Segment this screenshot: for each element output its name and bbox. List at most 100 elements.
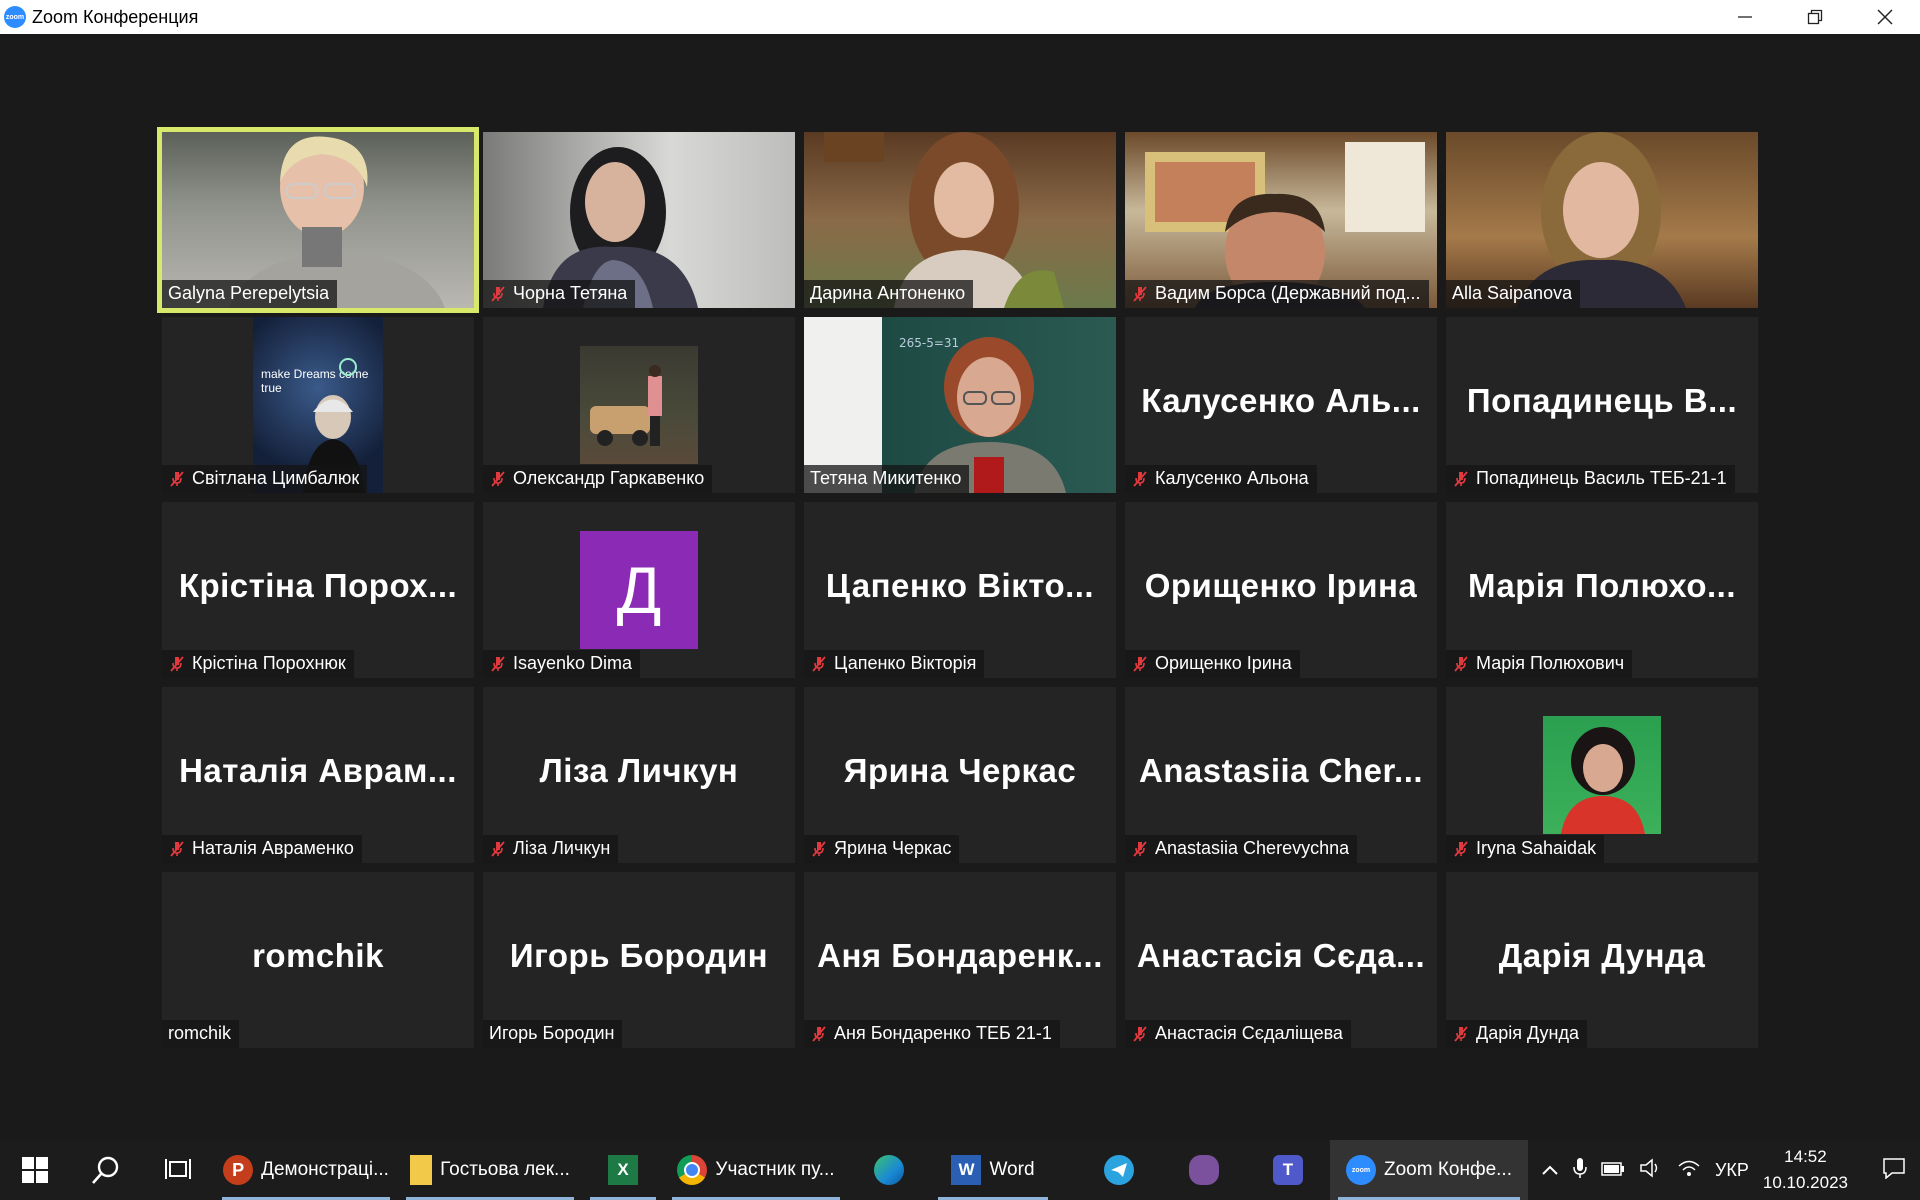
participant-display-name: Игорь Бородин — [509, 937, 769, 975]
participant-name-tag: Цапенко Вікторія — [804, 650, 985, 678]
participant-tile[interactable]: Д Isayenko Dima — [483, 502, 795, 678]
participant-tile[interactable]: 265-5=31 Тетяна Микитенко — [804, 317, 1116, 493]
taskbar-app-excel[interactable]: X — [582, 1140, 664, 1200]
minimize-icon — [1738, 16, 1752, 18]
taskbar-app-label: Гостьова лек... — [440, 1159, 570, 1180]
participant-name-tag: Наталія Авраменко — [162, 835, 362, 863]
participant-name: Марія Полюхович — [1476, 653, 1625, 673]
muted-microphone-icon — [1452, 1025, 1470, 1043]
participant-name-tag: Марія Полюхович — [1446, 650, 1633, 678]
participant-name-tag: Ярина Черкас — [804, 835, 960, 863]
participant-tile[interactable]: Galyna Perepelytsia — [157, 127, 479, 313]
chrome-icon — [677, 1155, 708, 1185]
zoom-icon: zoom — [1345, 1155, 1376, 1185]
wifi-icon[interactable] — [1677, 1158, 1701, 1183]
participant-tile[interactable]: Попадинець В... Попадинець Василь ТЕБ-21… — [1446, 317, 1758, 493]
taskbar-app-edge[interactable] — [848, 1140, 930, 1200]
battery-icon[interactable] — [1601, 1160, 1625, 1181]
search-button[interactable] — [70, 1140, 142, 1200]
restore-button[interactable] — [1780, 0, 1850, 34]
volume-icon[interactable] — [1639, 1157, 1663, 1183]
participant-display-name: Анастасія Сєда... — [1136, 937, 1426, 975]
participant-name: Аня Бондаренко ТЕБ 21-1 — [834, 1023, 1052, 1043]
notifications-icon[interactable] — [1882, 1157, 1906, 1184]
participant-tile[interactable]: make Dreams come true Світлана Цимбалюк — [162, 317, 474, 493]
taskbar-app-telegram[interactable] — [1076, 1140, 1162, 1200]
participant-tile[interactable]: Alla Saipanova — [1446, 132, 1758, 308]
zoom-logo-icon: zoom — [4, 6, 26, 28]
participant-tile[interactable]: Anastasiia Cher... Anastasiia Cherevychn… — [1125, 687, 1437, 863]
participant-name-tag: Iryna Sahaidak — [1446, 835, 1605, 863]
participant-name: Світлана Цимбалюк — [192, 468, 360, 488]
muted-microphone-icon — [810, 1025, 828, 1043]
taskbar-app-explorer[interactable]: Гостьова лек... — [398, 1140, 582, 1200]
participant-tile[interactable]: romchik romchik — [162, 872, 474, 1048]
participant-tile[interactable]: Анастасія Сєда... Анастасія Сєдаліщева — [1125, 872, 1437, 1048]
participant-display-name: Дарія Дунда — [1498, 937, 1706, 975]
muted-microphone-icon — [168, 655, 186, 673]
task-view-button[interactable] — [142, 1140, 214, 1200]
profile-picture — [580, 346, 698, 464]
taskbar-app-viber[interactable] — [1162, 1140, 1246, 1200]
teams-icon: T — [1273, 1155, 1303, 1185]
participant-display-name: Anastasiia Cher... — [1138, 752, 1424, 790]
participant-tile[interactable]: Аня Бондаренк... Аня Бондаренко ТЕБ 21-1 — [804, 872, 1116, 1048]
participant-display-name: Аня Бондаренк... — [817, 937, 1103, 975]
taskbar-app-teams[interactable]: T — [1246, 1140, 1330, 1200]
participant-name: Чорна Тетяна — [513, 283, 628, 303]
participant-name-tag: Alla Saipanova — [1446, 280, 1581, 308]
participant-tile[interactable]: Ліза Личкун Ліза Личкун — [483, 687, 795, 863]
participant-display-name: Наталія Аврам... — [179, 752, 457, 790]
participant-tile[interactable]: Чорна Тетяна — [483, 132, 795, 308]
windows-icon — [22, 1157, 48, 1183]
participant-tile[interactable]: Цапенко Вікто... Цапенко Вікторія — [804, 502, 1116, 678]
close-icon — [1877, 9, 1893, 25]
participant-name: romchik — [168, 1023, 232, 1043]
participant-name: Попадинець Василь ТЕБ-21-1 — [1476, 468, 1727, 488]
participant-tile[interactable]: Орищенко Ірина Орищенко Ірина — [1125, 502, 1437, 678]
close-button[interactable] — [1850, 0, 1920, 34]
participant-tile[interactable]: Вадим Борса (Державний под... — [1125, 132, 1437, 308]
participant-tile[interactable]: Iryna Sahaidak — [1446, 687, 1758, 863]
participant-name-tag: Ліза Личкун — [483, 835, 619, 863]
microphone-icon[interactable] — [1573, 1157, 1587, 1184]
window-title: Zoom Конференция — [32, 6, 199, 27]
system-tray: УКР 14:52 10.10.2023 — [1541, 1140, 1920, 1200]
participant-display-name: Марія Полюхо... — [1467, 567, 1737, 605]
participant-tile[interactable]: Крістіна Порох... Крістіна Порохнюк — [162, 502, 474, 678]
excel-icon: X — [608, 1155, 638, 1185]
participant-display-name: Крістіна Порох... — [178, 567, 458, 605]
taskbar-app-zoom[interactable]: zoom Zoom Конфе... — [1330, 1140, 1528, 1200]
avatar: Д — [580, 531, 698, 649]
start-button[interactable] — [0, 1140, 70, 1200]
chevron-up-icon[interactable] — [1541, 1160, 1559, 1181]
participant-name-tag: Тетяна Микитенко — [804, 465, 970, 493]
taskbar-app-powerpoint[interactable]: P Демонстраці... — [214, 1140, 398, 1200]
taskbar-app-label: Демонстраці... — [261, 1159, 389, 1180]
muted-microphone-icon — [489, 470, 507, 488]
participant-tile[interactable]: Игорь Бородин Игорь Бородин — [483, 872, 795, 1048]
participant-name-tag: Олександр Гаркавенко — [483, 465, 713, 493]
participant-tile[interactable]: Ярина Черкас Ярина Черкас — [804, 687, 1116, 863]
muted-microphone-icon — [810, 655, 828, 673]
taskbar-app-word[interactable]: W Word — [930, 1140, 1056, 1200]
participant-name-tag: Аня Бондаренко ТЕБ 21-1 — [804, 1020, 1060, 1048]
participant-tile[interactable]: Марія Полюхо... Марія Полюхович — [1446, 502, 1758, 678]
participant-tile[interactable]: Олександр Гаркавенко — [483, 317, 795, 493]
muted-microphone-icon — [489, 840, 507, 858]
participant-name-tag: Крістіна Порохнюк — [162, 650, 354, 678]
participant-tile[interactable]: Дарина Антоненко — [804, 132, 1116, 308]
language-indicator[interactable]: УКР — [1715, 1160, 1749, 1181]
clock[interactable]: 14:52 10.10.2023 — [1763, 1144, 1848, 1196]
participant-name-tag: Попадинець Василь ТЕБ-21-1 — [1446, 465, 1735, 493]
participant-name: Anastasiia Cherevychna — [1155, 838, 1350, 858]
restore-icon — [1807, 9, 1823, 25]
participant-display-name: Ліза Личкун — [539, 752, 739, 790]
participant-name: Iryna Sahaidak — [1476, 838, 1597, 858]
participant-tile[interactable]: Наталія Аврам... Наталія Авраменко — [162, 687, 474, 863]
participant-tile[interactable]: Дарія Дунда Дарія Дунда — [1446, 872, 1758, 1048]
participant-tile[interactable]: Калусенко Аль... Калусенко Альона — [1125, 317, 1437, 493]
taskbar-app-chrome[interactable]: Участник пу... — [664, 1140, 848, 1200]
minimize-button[interactable] — [1710, 0, 1780, 34]
muted-microphone-icon — [168, 470, 186, 488]
